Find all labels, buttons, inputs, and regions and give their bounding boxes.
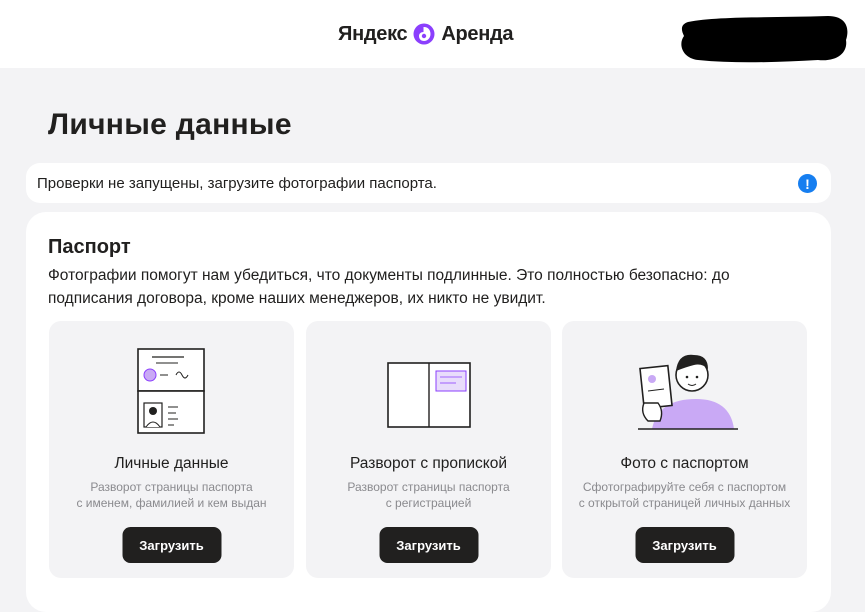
passport-description: Фотографии помогут нам убедиться, что до… [48,267,730,307]
upload-registration-button[interactable]: Загрузить [379,527,478,563]
tile-title: Фото с паспортом [620,455,749,472]
tile-subtitle: Разворот страницы паспорта с регистрацие… [316,479,541,511]
passport-personal-page-icon [136,348,205,434]
tile-subtitle: Сфотографируйте себя с паспортом с откры… [572,479,797,511]
tile-personal-data: Личные данные Разворот страницы паспорта… [49,321,294,578]
tile-subtitle-line: Разворот страницы паспорта [90,480,253,494]
tile-subtitle-line: с регистрацией [385,496,472,510]
upload-personal-data-button[interactable]: Загрузить [122,527,221,563]
upload-selfie-button[interactable]: Загрузить [635,527,734,563]
tile-selfie: Фото с паспортом Сфотографируйте себя с … [562,321,807,578]
tile-subtitle-line: Сфотографируйте себя с паспортом [582,480,787,494]
tile-title: Личные данные [114,455,229,472]
tile-title: Разворот с пропиской [349,455,508,472]
passport-title: Паспорт [48,236,131,258]
passport-registration-spread-icon [386,362,471,428]
tile-subtitle-line: с именем, фамилией и кем выдан [76,496,267,510]
passport-card: Паспорт Фотографии помогут нам убедиться… [26,212,831,612]
selfie-with-passport-icon [637,354,738,430]
yandex-arenda-logo-icon [413,23,435,45]
logo-text-arenda: Аренда [441,22,514,45]
yandex-arenda-logo[interactable]: Яндекс Аренда [338,20,514,48]
verification-notice: Проверки не запущены, загрузите фотограф… [26,163,831,203]
info-exclamation-icon[interactable]: ! [798,174,817,193]
tile-subtitle-line: с открытой страницей личных данных [578,496,791,510]
tile-registration: Разворот с пропиской Разворот страницы п… [306,321,551,578]
redacted-user-area[interactable] [678,14,850,64]
tile-subtitle-line: Разворот страницы паспорта [347,480,510,494]
logo-text-yandex: Яндекс [338,22,408,45]
page-title: Личные данные [48,108,292,141]
site-header: Яндекс Аренда [0,0,865,68]
notice-text: Проверки не запущены, загрузите фотограф… [37,174,437,192]
tile-subtitle: Разворот страницы паспорта с именем, фам… [59,479,284,511]
